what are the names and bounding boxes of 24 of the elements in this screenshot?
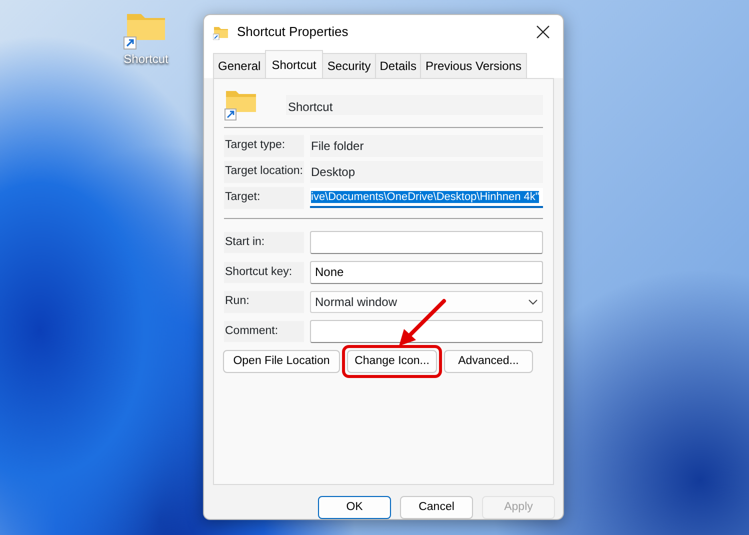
run-dropdown[interactable]: Normal window <box>310 290 543 313</box>
field-label: Comment: <box>224 320 304 342</box>
field-label: Start in: <box>224 232 304 254</box>
action-button[interactable]: Open File Location <box>223 350 340 373</box>
target-field[interactable]: ive\Documents\OneDrive\Desktop\Hinhnen 4k" <box>310 188 543 208</box>
field-value: Desktop <box>310 160 543 183</box>
window-title: Shortcut Properties <box>237 23 348 42</box>
tab[interactable]: Security <box>322 52 376 78</box>
tab[interactable]: Details <box>374 52 422 78</box>
tab[interactable]: Previous Versions <box>420 52 526 78</box>
field-label: Shortcut key: <box>224 262 304 284</box>
input-field[interactable]: None <box>310 260 543 284</box>
tab[interactable]: Shortcut <box>264 50 324 78</box>
field-label: Target location: <box>224 161 304 183</box>
dialog-button[interactable]: Cancel <box>400 496 473 519</box>
action-button[interactable]: Change Icon... <box>347 350 437 373</box>
field-label: Run: <box>224 291 304 313</box>
field-label: Target type: <box>224 135 304 157</box>
shortcut-name-field[interactable]: Shortcut <box>286 94 543 115</box>
field-label: Target: <box>224 187 304 209</box>
tab[interactable]: General <box>213 52 266 78</box>
action-button[interactable]: Advanced... <box>444 350 533 373</box>
field-value: File folder <box>310 134 543 157</box>
dialog-button[interactable]: OK <box>318 496 391 519</box>
